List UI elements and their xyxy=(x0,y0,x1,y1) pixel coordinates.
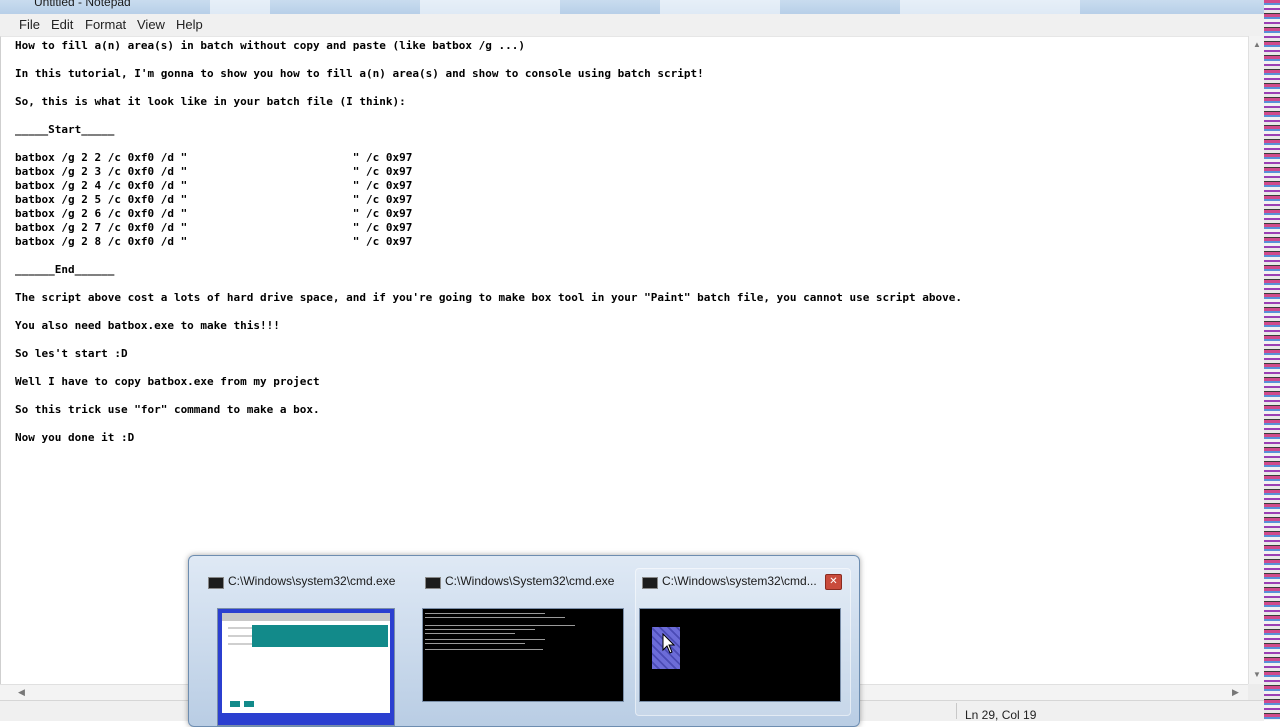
thumbnail-title[interactable]: C:\Windows\system32\cmd... xyxy=(662,574,817,588)
thumbnail-window[interactable] xyxy=(639,608,841,702)
thumbnail-dialog-header xyxy=(222,613,390,621)
console-text-line xyxy=(425,625,575,626)
vertical-scrollbar[interactable]: ▲ ▼ xyxy=(1248,36,1265,684)
scrollbar-corner xyxy=(1248,684,1264,700)
window-title: Untitled - Notepad xyxy=(34,0,131,9)
glass-glow xyxy=(900,0,1080,14)
close-thumbnail-button[interactable]: ✕ xyxy=(825,574,842,590)
console-text-line xyxy=(425,643,525,644)
scroll-down-icon[interactable]: ▼ xyxy=(1253,670,1261,679)
console-text-line xyxy=(425,649,543,650)
scroll-up-icon[interactable]: ▲ xyxy=(1253,40,1261,49)
console-text-line xyxy=(425,617,565,618)
thumbnail-teal-block xyxy=(252,625,388,647)
console-text-line xyxy=(425,639,545,640)
thumbnail-window[interactable] xyxy=(422,608,624,702)
menu-file[interactable]: File xyxy=(19,17,40,32)
menu-format[interactable]: Format xyxy=(85,17,126,32)
glass-glow xyxy=(420,0,560,14)
console-text-line xyxy=(425,633,515,634)
menu-edit[interactable]: Edit xyxy=(51,17,73,32)
thumbnail-window[interactable] xyxy=(217,608,395,726)
mouse-cursor-icon xyxy=(662,633,676,654)
console-text-line xyxy=(425,629,535,630)
cmd-icon xyxy=(425,577,441,589)
title-bar: Untitled - Notepad xyxy=(0,0,1280,14)
editor-content[interactable]: How to fill a(n) area(s) in batch withou… xyxy=(15,39,962,445)
glass-glow xyxy=(660,0,780,14)
thumbnail-title[interactable]: C:\Windows\system32\cmd.exe xyxy=(228,574,395,588)
console-text-line xyxy=(425,613,545,614)
thumbnail-button xyxy=(230,701,240,707)
background-window-edge xyxy=(1264,0,1280,720)
scroll-left-icon[interactable]: ◀ xyxy=(18,687,25,698)
menu-help[interactable]: Help xyxy=(176,17,203,32)
thumbnail-button xyxy=(244,701,254,707)
glass-glow xyxy=(210,0,270,14)
thumbnail-dialog xyxy=(222,613,390,713)
status-separator xyxy=(956,703,957,719)
menu-view[interactable]: View xyxy=(137,17,165,32)
cmd-icon xyxy=(208,577,224,589)
scroll-right-icon[interactable]: ▶ xyxy=(1232,687,1239,698)
menu-bar: File Edit Format View Help xyxy=(0,14,1264,37)
cmd-icon xyxy=(642,577,658,589)
thumbnail-title[interactable]: C:\Windows\System32\cmd.exe xyxy=(445,574,614,588)
taskbar-preview-popup: C:\Windows\system32\cmd.exe C:\Windows\S… xyxy=(188,555,860,727)
